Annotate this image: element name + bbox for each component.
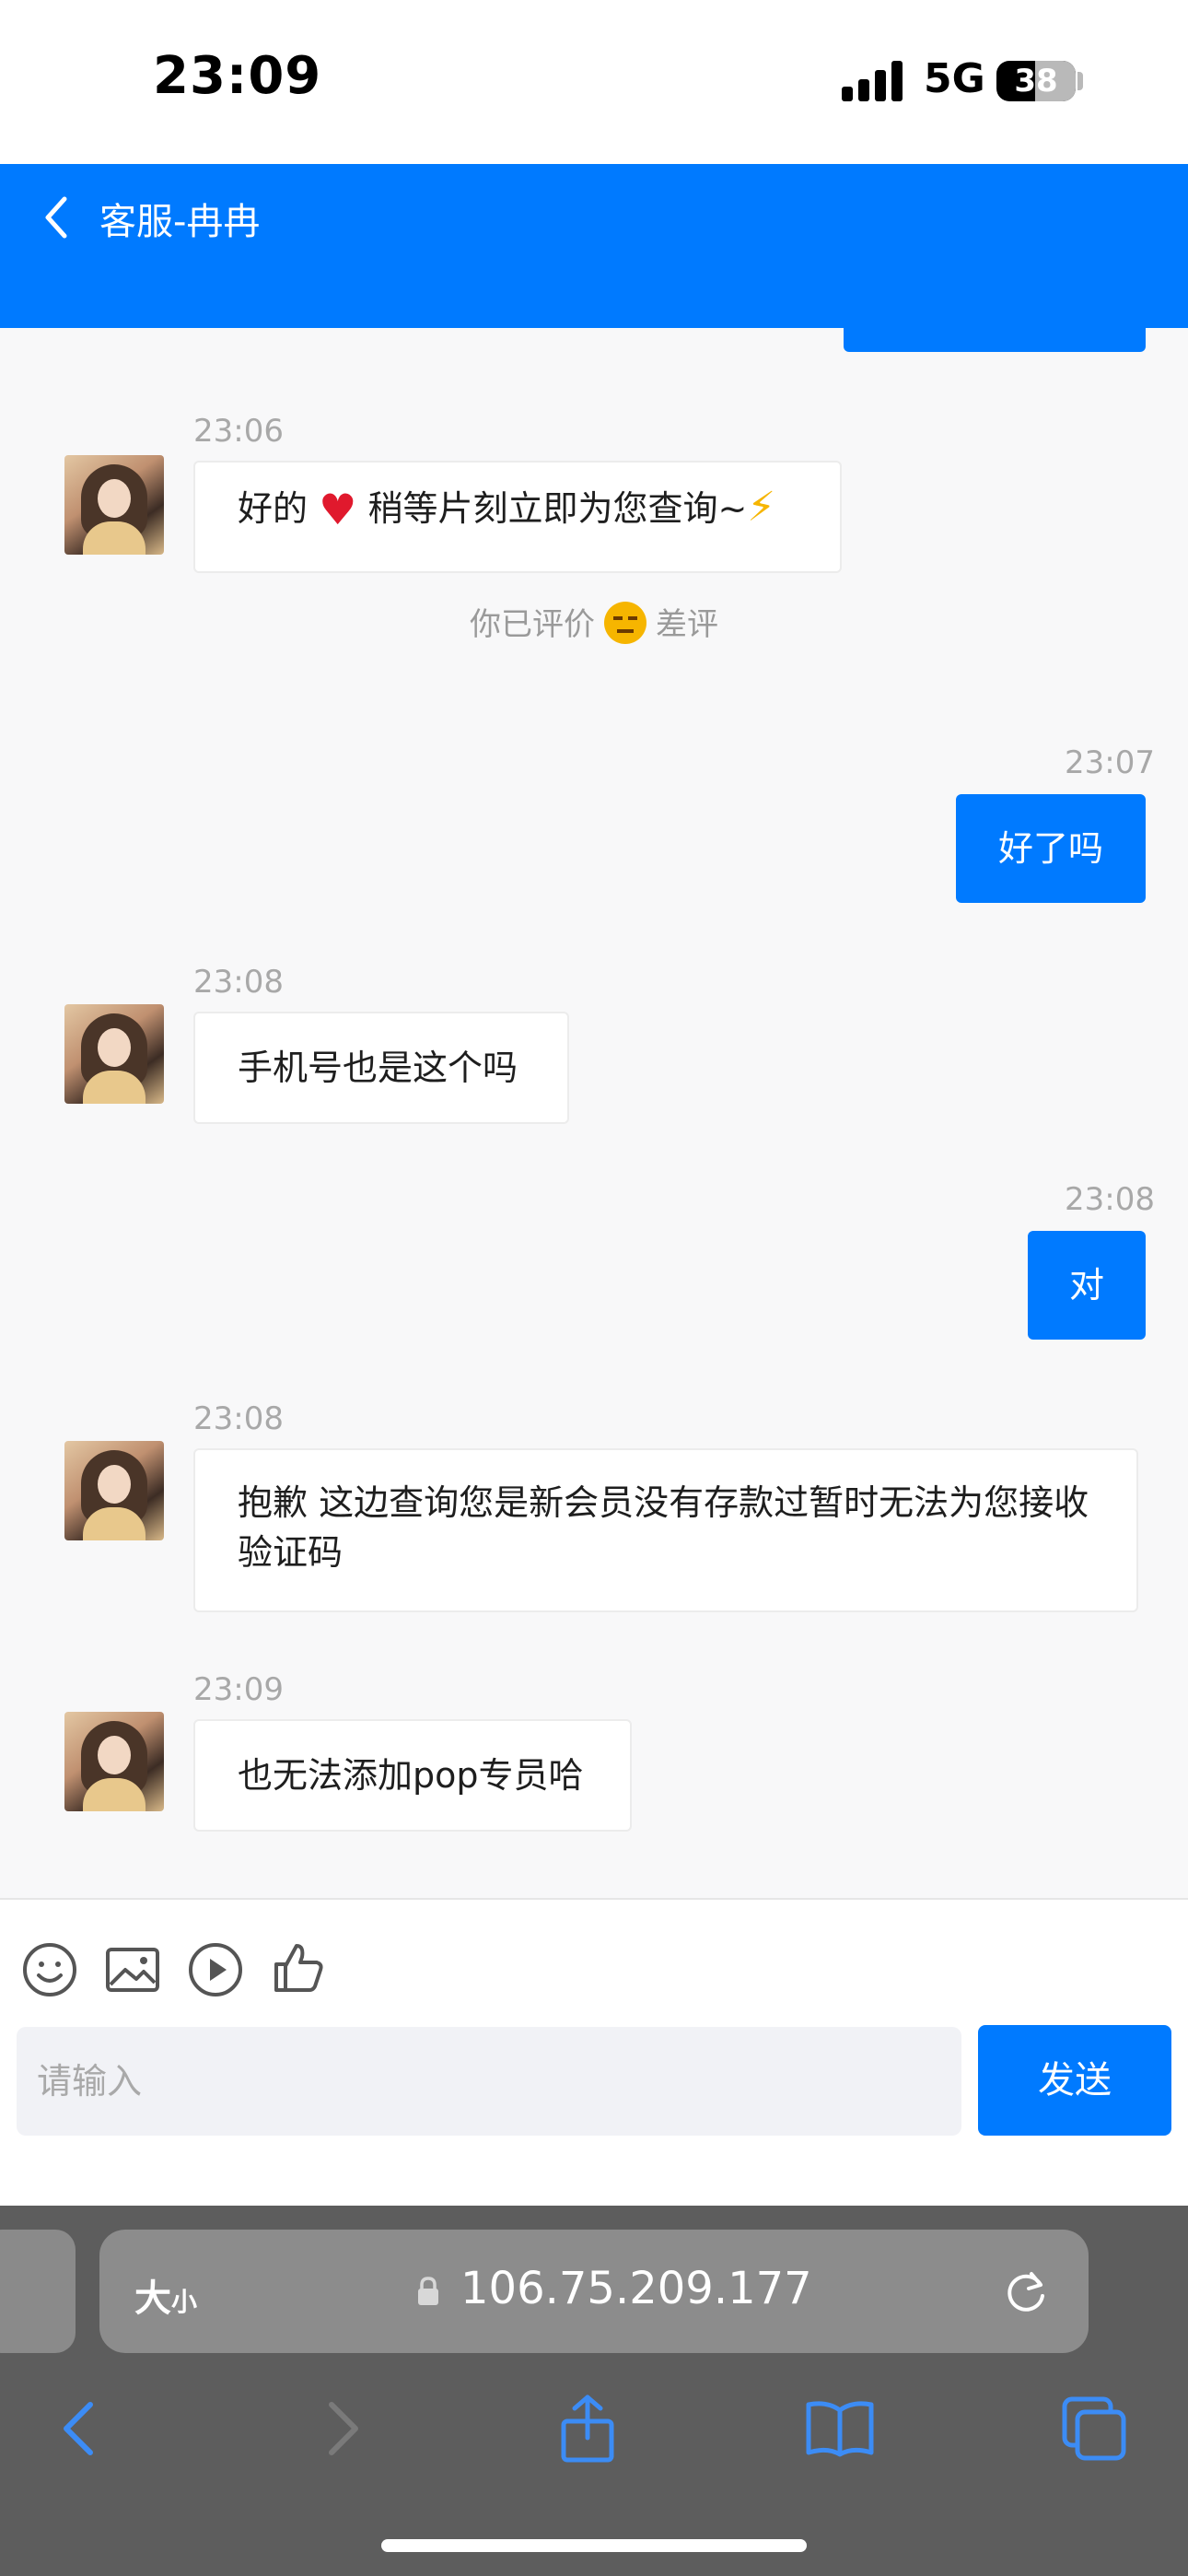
previous-tab-preview[interactable] [0, 2230, 76, 2353]
status-time: 23:09 [153, 46, 322, 106]
battery-icon: 38 [996, 61, 1076, 101]
share-icon[interactable] [551, 2392, 624, 2465]
unamused-face-icon [604, 602, 646, 644]
text-size-small: 小 [171, 2287, 198, 2317]
message-time: 23:08 [1065, 1181, 1155, 1218]
message-time: 23:08 [193, 1400, 284, 1437]
thumbs-up-icon[interactable] [269, 1938, 328, 1997]
lightning-icon: ⚡ [747, 484, 776, 531]
signal-icon [842, 61, 904, 101]
bookmarks-icon[interactable] [803, 2392, 877, 2465]
message-bubble-outgoing: 好了吗 [956, 794, 1146, 903]
message-text: 抱歉 这边查询您是新会员没有存款过暂时无法为您接收验证码 [238, 1482, 1089, 1573]
back-icon[interactable] [44, 2392, 118, 2465]
text-size-big: 大 [134, 2277, 171, 2320]
rating-prefix: 你已评价 [470, 606, 595, 643]
message-text: 好了吗 [997, 828, 1103, 869]
reload-icon[interactable] [1004, 2268, 1050, 2314]
heart-icon: ♥ [319, 485, 357, 534]
message-time: 23:07 [1065, 744, 1155, 781]
battery-level: 38 [1014, 63, 1058, 100]
battery-cap [1077, 72, 1083, 90]
agent-avatar [64, 1441, 164, 1540]
message-time: 23:08 [193, 964, 284, 1001]
message-text: 稍等片刻立即为您查询~ [367, 488, 748, 529]
message-text: 对 [1068, 1265, 1104, 1306]
message-time: 23:06 [193, 413, 284, 450]
image-icon[interactable] [103, 1940, 162, 1999]
message-time: 23:09 [193, 1671, 284, 1708]
message-bubble: 也无法添加pop专员哈 [193, 1719, 632, 1832]
message-text: 手机号也是这个吗 [238, 1048, 518, 1088]
smile-icon[interactable] [20, 1940, 79, 1999]
chat-header [0, 164, 1188, 328]
text-size-button[interactable]: 大小 [134, 2268, 197, 2322]
rating-notice: 你已评价 差评 [0, 599, 1188, 644]
url-text[interactable]: 106.75.209.177 [460, 2263, 812, 2314]
message-bubble-partial [844, 328, 1146, 352]
message-bubble: 抱歉 这边查询您是新会员没有存款过暂时无法为您接收验证码 [193, 1448, 1138, 1612]
chat-title: 客服-冉冉 [99, 201, 261, 243]
agent-avatar [64, 455, 164, 555]
forward-icon[interactable] [304, 2392, 378, 2465]
message-text: 也无法添加pop专员哈 [238, 1755, 584, 1796]
agent-avatar [64, 1004, 164, 1104]
message-bubble: 好的 ♥ 稍等片刻立即为您查询~⚡ [193, 461, 842, 573]
tabs-icon[interactable] [1057, 2392, 1131, 2465]
send-button[interactable]: 发送 [978, 2025, 1171, 2136]
message-text: 好的 [238, 488, 309, 529]
agent-avatar [64, 1712, 164, 1811]
lock-icon [418, 2277, 438, 2305]
video-icon[interactable] [186, 1940, 245, 1999]
rating-value: 差评 [656, 606, 718, 643]
back-chevron-icon[interactable] [39, 195, 76, 240]
message-bubble: 手机号也是这个吗 [193, 1012, 569, 1124]
message-input[interactable] [17, 2027, 961, 2136]
network-label: 5G [924, 55, 985, 102]
message-bubble-outgoing: 对 [1028, 1231, 1146, 1340]
home-indicator[interactable] [381, 2539, 807, 2552]
